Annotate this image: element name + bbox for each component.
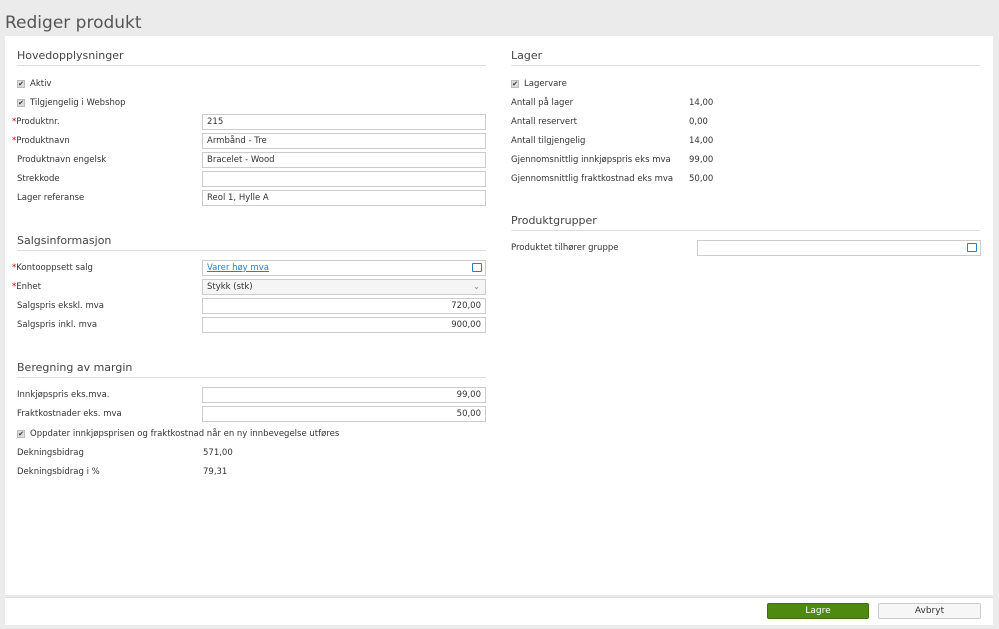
dekningsbidrag-value: 571,00 (203, 448, 233, 458)
kontooppsett-lookup[interactable]: Varer høy mva (202, 260, 486, 276)
salgspris-ekskl-input[interactable]: 720,00 (202, 298, 486, 314)
lagervare-checkbox[interactable]: ✔ Lagervare (511, 78, 567, 90)
section-heading: Salgsinformasjon (17, 234, 486, 251)
label: Innkjøpspris eks.mva. (17, 390, 110, 400)
aktiv-checkbox[interactable]: ✔ Aktiv (17, 78, 51, 90)
lookup-icon[interactable] (472, 263, 482, 272)
label: Dekningsbidrag (17, 448, 84, 458)
section-heading: Hovedopplysninger (17, 49, 486, 66)
form-panel (5, 36, 993, 595)
label: Fraktkostnader eks. mva (17, 409, 122, 419)
label: Salgspris inkl. mva (17, 320, 98, 330)
label: Tilgjengelig i Webshop (30, 98, 126, 108)
strekkode-input[interactable] (202, 171, 486, 187)
label: *Produktnr. (12, 117, 60, 127)
label: Salgspris ekskl. mva (17, 301, 104, 311)
lookup-icon[interactable] (967, 243, 977, 252)
section-heading: Lager (511, 49, 980, 66)
cancel-button[interactable]: Avbryt (878, 603, 981, 619)
check-icon: ✔ (17, 429, 25, 438)
label: Produktet tilhører gruppe (511, 243, 619, 253)
label: Gjennomsnittlig fraktkostnad eks mva (511, 174, 674, 184)
label: Strekkode (17, 174, 60, 184)
dekningsbidrag-pct-value: 79,31 (203, 467, 228, 477)
label: Antall reservert (511, 117, 577, 127)
section-heading: Beregning av margin (17, 361, 486, 378)
label: Lager referanse (17, 193, 85, 203)
webshop-checkbox[interactable]: ✔ Tilgjengelig i Webshop (17, 97, 125, 109)
produktnavn-input[interactable]: Armbånd - Tre (202, 133, 486, 149)
value: 50,00 (689, 174, 714, 184)
label: Aktiv (30, 79, 52, 89)
label: Oppdater innkjøpsprisen og fraktkostnad … (30, 429, 340, 439)
produktnr-input[interactable]: 215 (202, 114, 486, 130)
selected-value: Stykk (stk) (207, 282, 253, 292)
page-title: Rediger produkt (5, 13, 142, 34)
check-icon: ✔ (17, 98, 25, 107)
update-checkbox[interactable]: ✔ Oppdater innkjøpsprisen og fraktkostnad… (17, 428, 339, 440)
value: 0,00 (689, 117, 708, 127)
fraktkostnader-input[interactable]: 50,00 (202, 406, 486, 422)
label: Antall tilgjengelig (511, 136, 586, 146)
value: 14,00 (689, 98, 714, 108)
label: *Produktnavn (12, 136, 70, 146)
produktgruppe-lookup[interactable] (697, 240, 981, 256)
label: Lagervare (524, 79, 567, 89)
chevron-down-icon: ⌄ (472, 282, 480, 292)
save-button[interactable]: Lagre (767, 603, 869, 619)
check-icon: ✔ (17, 79, 25, 88)
check-icon: ✔ (511, 79, 519, 88)
label: Gjennomsnittlig innkjøpspris eks mva (511, 155, 671, 165)
label: *Enhet (12, 282, 41, 292)
innkjopspris-input[interactable]: 99,00 (202, 387, 486, 403)
label: Antall på lager (511, 98, 574, 108)
enhet-select[interactable]: Stykk (stk) ⌄ (202, 279, 486, 295)
section-heading: Produktgrupper (511, 214, 980, 231)
label: Produktnavn engelsk (17, 155, 107, 165)
value: 99,00 (689, 155, 714, 165)
produktnavn-engelsk-input[interactable]: Bracelet - Wood (202, 152, 486, 168)
label: *Kontooppsett salg (12, 263, 93, 273)
account-link[interactable]: Varer høy mva (207, 263, 269, 273)
salgspris-inkl-input[interactable]: 900,00 (202, 317, 486, 333)
lager-referanse-input[interactable]: Reol 1, Hylle A (202, 190, 486, 206)
label: Dekningsbidrag i % (17, 467, 100, 477)
value: 14,00 (689, 136, 714, 146)
